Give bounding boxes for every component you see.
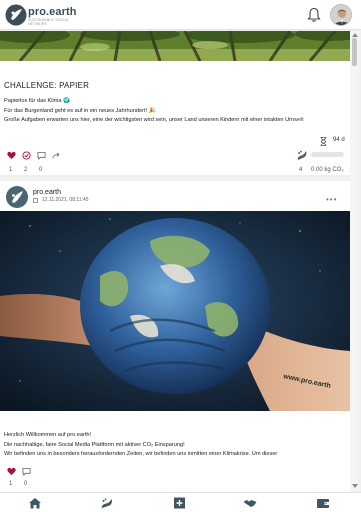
home-icon[interactable]	[28, 497, 42, 509]
scroll-down-arrow-icon[interactable]	[352, 484, 358, 488]
forest-canopy-image	[0, 31, 350, 61]
days-remaining: 94 d	[333, 137, 345, 143]
challenge-post: CHALLENGE: PAPIER Papierlos für das Klim…	[0, 31, 350, 175]
top-bar: pro.earth SUSTAINABLE SOCIAL NETWORK	[0, 0, 361, 30]
brand-name: pro.earth	[28, 6, 77, 18]
author-logo-icon	[12, 191, 23, 203]
post1-line-3-wrapper: Große Aufgaben erwarten uns hier, eine d…	[0, 117, 350, 126]
welcome-post: pro.earth 12.11.2021, 08:11:45 ••• www.p…	[0, 181, 350, 492]
author-avatar[interactable]	[6, 186, 28, 208]
heart-icon[interactable]	[7, 467, 16, 476]
post2-line-3: Wir befinden uns in besonders herausford…	[4, 451, 278, 457]
comment-icon[interactable]	[22, 467, 31, 476]
calendar-icon	[33, 198, 38, 203]
share-icon[interactable]	[52, 151, 61, 160]
challenge-accept-icon[interactable]	[22, 151, 31, 160]
earth-hands-image[interactable]: www.pro.earth	[0, 211, 350, 411]
post1-line-2: Für das Burgenland geht es auf in ein ne…	[4, 108, 156, 114]
user-avatar[interactable]	[330, 4, 352, 26]
app: pro.earth SUSTAINABLE SOCIAL NETWORK CHA…	[0, 0, 361, 512]
comment-count: 0	[39, 167, 43, 173]
bell-icon[interactable]	[307, 7, 321, 23]
post-date: 12.11.2021, 08:11:45	[42, 197, 89, 203]
post2-line-1: Herzlich Willkommen auf pro.earth!	[4, 432, 92, 438]
post1-line-1: Papierlos für das Klima 🌍	[4, 98, 71, 104]
hourglass-icon	[320, 137, 327, 146]
forest-image	[0, 31, 350, 61]
wallet-icon[interactable]	[316, 497, 330, 509]
co2-saving-value: 0.00 kg CO₂	[311, 167, 344, 173]
vertical-scrollbar[interactable]	[350, 31, 359, 491]
logo-mark-icon	[5, 4, 27, 26]
bottom-navigation	[0, 492, 361, 512]
pro-earth-logo[interactable]: pro.earth SUSTAINABLE SOCIAL NETWORK	[5, 4, 85, 26]
footprint-icon[interactable]	[296, 149, 308, 161]
co2-footprint-count: 4	[299, 167, 303, 173]
scroll-up-arrow-icon[interactable]	[352, 33, 358, 37]
post1-line-3: Große Aufgaben erwarten uns hier, eine d…	[4, 117, 304, 123]
comment-icon[interactable]	[37, 151, 46, 160]
like-count: 1	[9, 481, 13, 487]
more-options-icon[interactable]: •••	[326, 195, 337, 204]
comment-count: 0	[24, 481, 28, 487]
author-name[interactable]: pro.earth	[33, 189, 61, 196]
challenge-count: 2	[24, 167, 28, 173]
co2-progress-bar	[311, 152, 344, 157]
add-post-icon[interactable]	[172, 497, 186, 509]
brand-tagline: SUSTAINABLE SOCIAL NETWORK	[28, 18, 70, 26]
scrollbar-thumb[interactable]	[352, 38, 357, 66]
avatar-portrait-icon	[331, 5, 351, 25]
like-count: 1	[9, 167, 13, 173]
footprint-icon[interactable]	[100, 497, 114, 509]
post2-line-2: Die nachhaltige, faire Social Media Plat…	[4, 442, 185, 448]
challenge-title: CHALLENGE: PAPIER	[4, 81, 90, 90]
handshake-icon[interactable]	[243, 497, 257, 509]
post2-line-3-wrapper: Wir befinden uns in besonders herausford…	[0, 451, 350, 460]
earth-hands-illustration: www.pro.earth	[0, 211, 350, 411]
heart-icon[interactable]	[7, 151, 16, 160]
